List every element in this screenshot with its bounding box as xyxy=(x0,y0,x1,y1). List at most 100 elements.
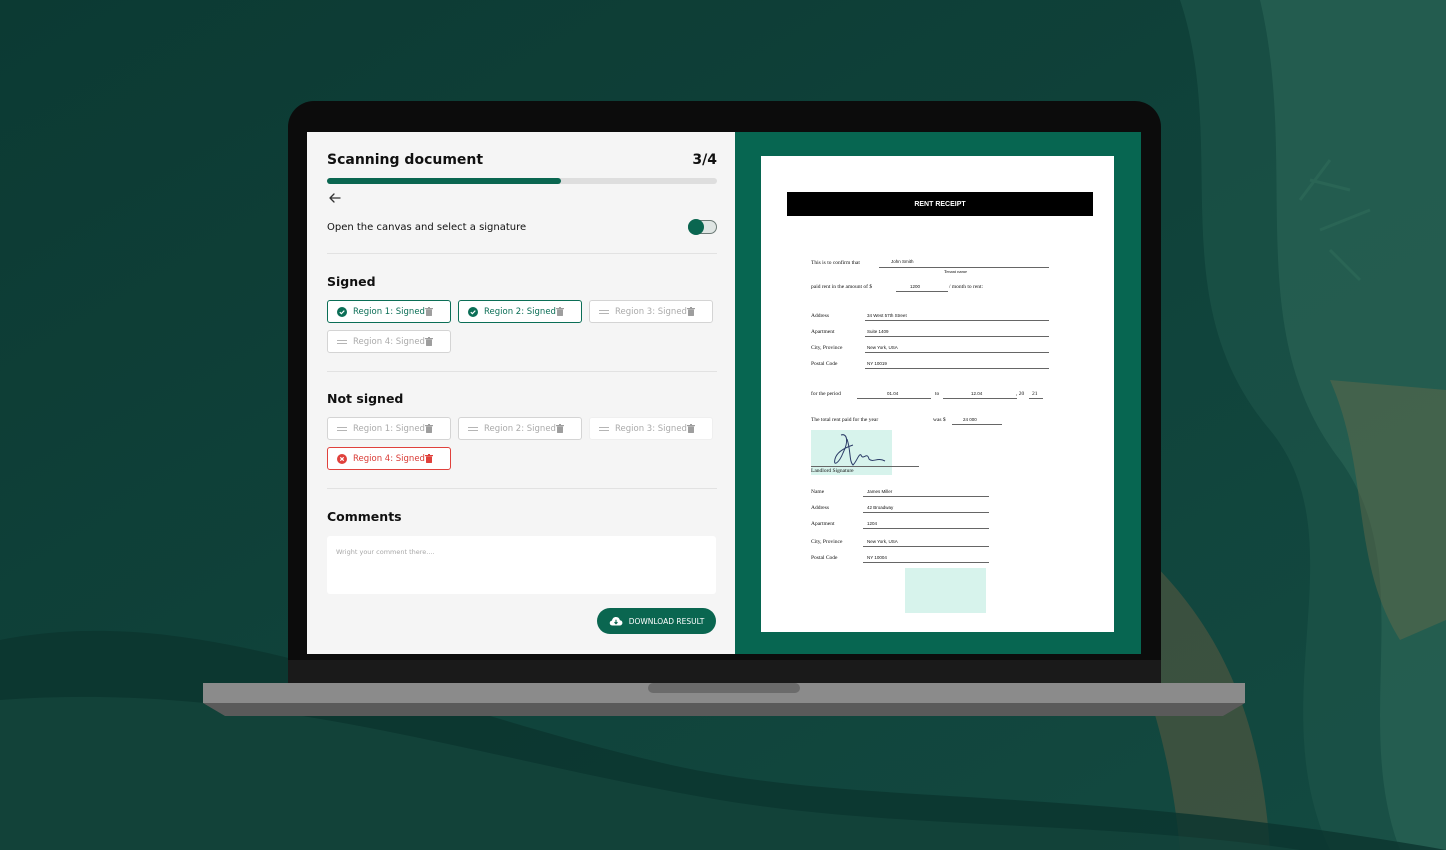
divider xyxy=(327,488,717,489)
landlord-signature-scribble xyxy=(834,434,886,466)
underline xyxy=(863,512,989,513)
total-value: 24 000 xyxy=(963,417,977,422)
trash-icon[interactable] xyxy=(555,424,564,433)
chip-status xyxy=(337,306,347,317)
underline xyxy=(863,496,989,497)
region-chip[interactable]: Region 4: Signed xyxy=(327,330,451,353)
download-result-button[interactable]: DOWNLOAD RESULT xyxy=(597,608,716,634)
panel-header: Scanning document 3/4 xyxy=(327,152,717,168)
was-label: was $ xyxy=(933,417,946,423)
region-chip-label: Region 4: Signed xyxy=(353,453,425,464)
trash-icon[interactable] xyxy=(555,307,564,316)
download-label: DOWNLOAD RESULT xyxy=(628,616,705,626)
region-chip[interactable]: Region 3: Signed xyxy=(589,417,713,440)
region-chip[interactable]: Region 4: Signed xyxy=(327,447,451,470)
canvas-toggle-row: Open the canvas and select a signature xyxy=(327,219,717,235)
underline xyxy=(863,528,989,529)
drag-handle-icon xyxy=(468,426,478,431)
underline xyxy=(863,562,989,563)
document-preview: RENT RECEIPT This is to confirm that Joh… xyxy=(735,132,1141,654)
apartment-value: Suite 1409 xyxy=(867,329,889,334)
name-value: James Miller xyxy=(867,489,893,494)
trash-icon[interactable] xyxy=(424,454,433,463)
signature-label: Landlord Signature xyxy=(811,468,854,474)
trash-icon[interactable] xyxy=(424,424,433,433)
divider xyxy=(327,371,717,372)
laptop-base xyxy=(203,660,1245,716)
drag-handle-icon xyxy=(599,426,609,431)
underline xyxy=(863,546,989,547)
tenant-value: John Smith xyxy=(891,259,914,264)
region-chip[interactable]: Region 2: Signed xyxy=(458,300,582,323)
region-chip-label: Region 4: Signed xyxy=(353,336,425,347)
underline xyxy=(865,320,1049,321)
step-counter: 3/4 xyxy=(692,152,717,168)
toggle-knob xyxy=(688,219,704,235)
city2-value: New York, USA xyxy=(867,539,898,544)
laptop-screen: Scanning document 3/4 Open the canvas an… xyxy=(307,132,1141,654)
cloud-download-icon xyxy=(609,617,623,626)
apartment2-label: Apartment xyxy=(811,521,835,527)
region-chip[interactable]: Region 2: Signed xyxy=(458,417,582,440)
year-suffix: 21 xyxy=(1032,391,1038,397)
canvas-toggle[interactable] xyxy=(688,219,717,235)
city-label: City, Province xyxy=(811,345,843,351)
canvas-toggle-label: Open the canvas and select a signature xyxy=(327,221,527,233)
drag-handle-icon xyxy=(337,426,347,431)
address2-value: 42 Broadway xyxy=(867,505,894,510)
region-chip[interactable]: Region 1: Signed xyxy=(327,417,451,440)
region-chip-label: Region 2: Signed xyxy=(484,423,556,434)
region-chip-label: Region 3: Signed xyxy=(615,423,687,434)
rent-receipt-document[interactable]: RENT RECEIPT This is to confirm that Joh… xyxy=(761,156,1114,632)
empty-signature-region[interactable] xyxy=(905,568,986,613)
underline xyxy=(1029,398,1043,399)
region-chip[interactable]: Region 1: Signed xyxy=(327,300,451,323)
city2-label: City, Province xyxy=(811,539,843,545)
period-from-value: 01.04 xyxy=(887,391,899,396)
chip-status xyxy=(468,306,478,317)
region-chip[interactable]: Region 3: Signed xyxy=(589,300,713,323)
underline xyxy=(943,398,1017,399)
address2-label: Address xyxy=(811,505,830,511)
name-label: Name xyxy=(811,489,825,495)
period-label: for the period xyxy=(811,391,841,397)
receipt-header: RENT RECEIPT xyxy=(787,192,1093,216)
tenant-caption: Tenant name xyxy=(944,269,968,274)
chip-status xyxy=(337,337,347,347)
check-circle-icon xyxy=(468,306,478,317)
underline xyxy=(811,466,919,467)
postal2-label: Postal Code xyxy=(811,555,838,561)
underline xyxy=(865,336,1049,337)
city-value: New York, USA xyxy=(867,345,898,350)
chip-status xyxy=(337,424,347,434)
trash-icon[interactable] xyxy=(686,424,695,433)
chip-status xyxy=(599,424,609,434)
paid-suffix: / month to rent: xyxy=(949,284,984,290)
paid-text: paid rent in the amount of $ xyxy=(811,284,873,290)
underline xyxy=(865,368,1049,369)
region-chip-label: Region 1: Signed xyxy=(353,306,425,317)
year-prefix: , 20 xyxy=(1016,391,1025,397)
drag-handle-icon xyxy=(599,309,609,314)
underline xyxy=(896,291,948,292)
page-title: Scanning document xyxy=(327,152,484,168)
underline xyxy=(952,424,1002,425)
apartment2-value: 1204 xyxy=(867,521,878,526)
underline xyxy=(879,267,1049,268)
amount-value: 1200 xyxy=(910,284,921,289)
total-label: The total rent paid for the year xyxy=(811,417,879,423)
underline xyxy=(857,398,931,399)
back-arrow-icon[interactable] xyxy=(327,190,343,206)
address-value: 34 West 57th Street xyxy=(867,313,907,318)
postal-label: Postal Code xyxy=(811,361,838,367)
trash-icon[interactable] xyxy=(686,307,695,316)
chip-status xyxy=(337,453,347,464)
region-chip-label: Region 1: Signed xyxy=(353,423,425,434)
trash-icon[interactable] xyxy=(424,307,433,316)
region-chip-label: Region 2: Signed xyxy=(484,306,556,317)
signed-heading: Signed xyxy=(327,274,376,289)
comment-input[interactable]: Wright your comment there.... xyxy=(327,536,716,594)
trash-icon[interactable] xyxy=(424,337,433,346)
comments-heading: Comments xyxy=(327,509,402,524)
chip-status xyxy=(599,307,609,317)
